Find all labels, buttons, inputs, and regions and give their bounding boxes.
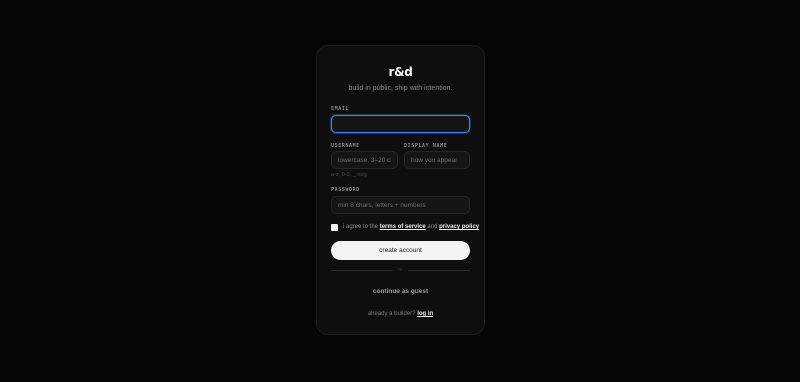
signup-card: r&d build in public, ship with intention… (316, 45, 485, 335)
terms-joiner: and (427, 224, 438, 230)
terms-agreement: i agree to the terms of service and priv… (343, 224, 479, 230)
continue-as-guest-button[interactable]: continue as guest (317, 288, 484, 295)
log-in-link[interactable]: log in (417, 311, 433, 317)
brand-tagline: build in public, ship with intention. (348, 85, 453, 92)
login-prompt: already a builder? log in (317, 311, 484, 317)
terms-checkbox[interactable] (331, 224, 338, 231)
create-account-button[interactable]: create account (331, 241, 470, 260)
privacy-policy-link[interactable]: privacy policy (439, 224, 479, 230)
email-label: EMAIL (331, 106, 350, 112)
terms-of-service-link[interactable]: terms of service (380, 224, 426, 230)
email-field[interactable] (331, 115, 470, 133)
brand-logo: r&d (388, 65, 413, 79)
display-name-label: DISPLAY NAME (404, 143, 448, 149)
username-field[interactable] (331, 151, 398, 169)
terms-prefix: i agree to the (343, 224, 379, 230)
divider-right (408, 270, 470, 271)
display-name-field[interactable] (404, 151, 470, 169)
login-prompt-text: already a builder? (367, 311, 416, 317)
password-label: PASSWORD (331, 187, 360, 193)
username-hint: a-z, 0-9, _ only (331, 172, 368, 178)
username-label: USERNAME (331, 143, 360, 149)
password-field[interactable] (331, 196, 470, 214)
